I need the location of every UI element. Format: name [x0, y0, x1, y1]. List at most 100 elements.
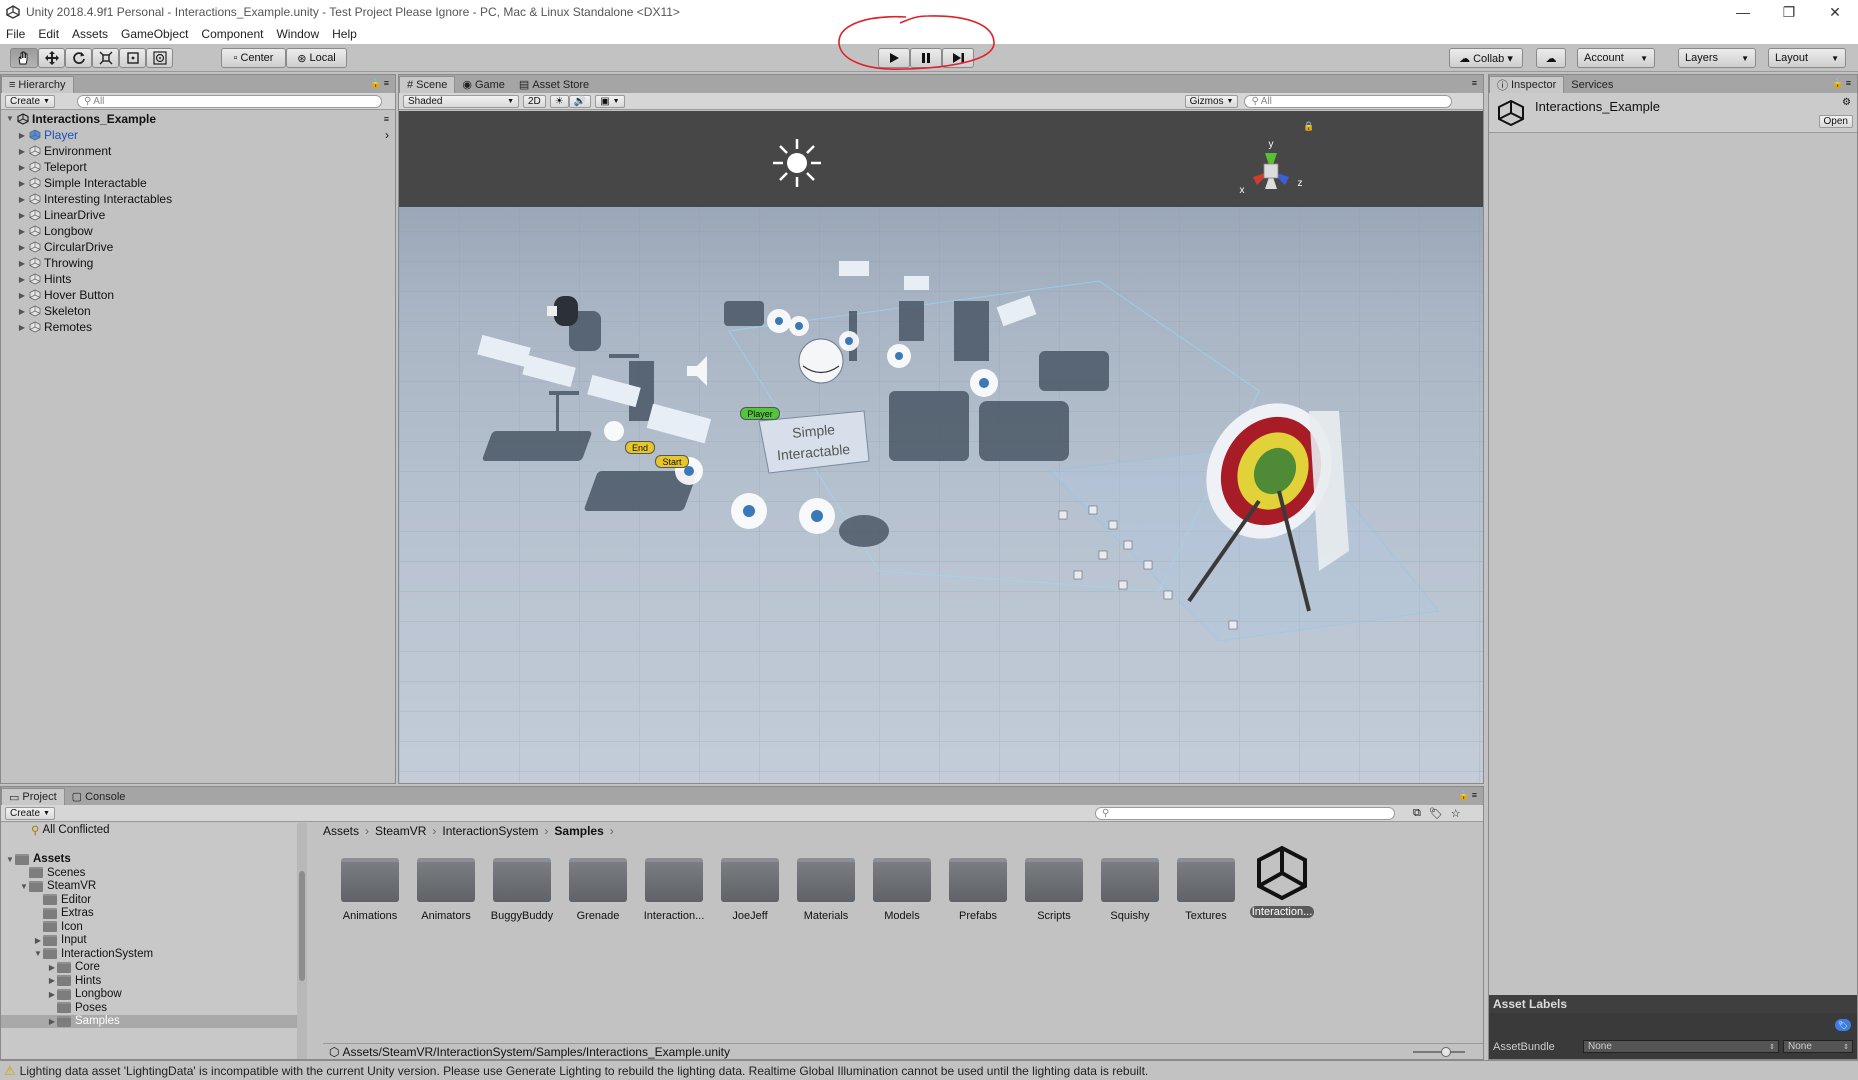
expand-triangle-icon[interactable]: ▶: [47, 963, 57, 972]
asset-item[interactable]: Squishy: [1098, 858, 1162, 922]
menu-window[interactable]: Window: [276, 27, 319, 41]
project-folder-item[interactable]: ▼ SteamVR: [1, 880, 307, 894]
project-create-dropdown[interactable]: Create ▼: [5, 806, 55, 820]
asset-item[interactable]: Interaction...: [1250, 845, 1314, 918]
layout-dropdown[interactable]: Layout ▼: [1768, 48, 1846, 68]
asset-variant-dropdown[interactable]: None ⇕: [1783, 1040, 1853, 1053]
breadcrumb-steamvr[interactable]: SteamVR: [375, 824, 426, 838]
project-folder-item[interactable]: Poses: [1, 1001, 307, 1015]
expand-triangle-icon[interactable]: ▶: [17, 275, 27, 284]
filter-by-label-icon[interactable]: 🏷: [1429, 807, 1443, 820]
panel-menu-icon[interactable]: 🔒 ≡: [1458, 790, 1477, 801]
status-message[interactable]: Lighting data asset 'LightingData' is in…: [20, 1064, 1149, 1078]
scene-viewport[interactable]: Simple Interactable y z x 🔒 Player End S…: [399, 111, 1483, 783]
project-folder-item[interactable]: ▶ Hints: [1, 974, 307, 988]
tab-console[interactable]: ▢ Console: [65, 788, 133, 805]
asset-item[interactable]: JoeJeff: [718, 858, 782, 922]
hand-tool-button[interactable]: [10, 48, 38, 68]
breadcrumb-assets[interactable]: Assets: [323, 824, 359, 838]
breadcrumb-samples[interactable]: Samples: [554, 824, 603, 838]
panel-menu-icon[interactable]: 🔒 ≡: [1832, 78, 1851, 89]
maximize-button[interactable]: ❐: [1766, 0, 1812, 24]
menu-component[interactable]: Component: [201, 27, 263, 41]
zoom-slider[interactable]: [1413, 1047, 1465, 1057]
hierarchy-item[interactable]: ▶ Interesting Interactables: [1, 191, 395, 207]
breadcrumb-interactionsystem[interactable]: InteractionSystem: [442, 824, 538, 838]
chevron-right-icon[interactable]: ›: [385, 128, 389, 142]
project-folder-item[interactable]: ▶ Longbow: [1, 988, 307, 1002]
asset-item[interactable]: Prefabs: [946, 858, 1010, 922]
project-search-input[interactable]: ⚲: [1094, 806, 1395, 820]
filter-by-type-icon[interactable]: ⧉: [1413, 807, 1421, 820]
zoom-slider-handle[interactable]: [1441, 1047, 1451, 1057]
mode-2d-toggle[interactable]: 2D: [523, 94, 546, 108]
scene-root-row[interactable]: ▼ Interactions_Example ≡: [1, 110, 395, 127]
move-tool-button[interactable]: [38, 48, 65, 68]
expand-triangle-icon[interactable]: ▶: [17, 307, 27, 316]
asset-item[interactable]: Models: [870, 858, 934, 922]
tab-game[interactable]: ◉ Game: [455, 76, 512, 93]
expand-triangle-icon[interactable]: ▶: [17, 195, 27, 204]
hierarchy-item[interactable]: ▶ Simple Interactable: [1, 175, 395, 191]
hierarchy-item[interactable]: ▶ Remotes: [1, 319, 395, 335]
expand-triangle-icon[interactable]: ▶: [17, 227, 27, 236]
expand-triangle-icon[interactable]: ▶: [17, 179, 27, 188]
project-folder-item[interactable]: Extras: [1, 907, 307, 921]
expand-triangle-icon[interactable]: ▶: [17, 211, 27, 220]
tab-asset-store[interactable]: ▤ Asset Store: [512, 76, 596, 93]
shading-dropdown[interactable]: Shaded ▼: [403, 94, 519, 108]
transform-tool-button[interactable]: [146, 48, 173, 68]
menu-edit[interactable]: Edit: [38, 27, 59, 41]
favorite-star-icon[interactable]: ☆: [1451, 807, 1461, 820]
project-folder-item[interactable]: Icon: [1, 920, 307, 934]
asset-item[interactable]: Scripts: [1022, 858, 1086, 922]
all-conflicted-item[interactable]: ⚲ All Conflicted: [1, 823, 307, 837]
expand-triangle-icon[interactable]: ▼: [33, 949, 43, 958]
collab-button[interactable]: ☁ Collab ▾: [1449, 48, 1523, 68]
lighting-toggle[interactable]: ☀: [549, 94, 569, 108]
project-folder-item[interactable]: ▼ Assets: [1, 853, 307, 867]
asset-item[interactable]: Textures: [1174, 858, 1238, 922]
space-local-button[interactable]: ⊛ Local: [286, 48, 347, 68]
rect-tool-button[interactable]: [119, 48, 146, 68]
hierarchy-item[interactable]: ▶ Hover Button: [1, 287, 395, 303]
asset-item[interactable]: Animations: [338, 858, 402, 922]
expand-triangle-icon[interactable]: ▶: [47, 1017, 57, 1026]
hierarchy-item[interactable]: ▶ Throwing: [1, 255, 395, 271]
asset-item[interactable]: BuggyBuddy: [490, 858, 554, 922]
expand-triangle-icon[interactable]: ▼: [5, 114, 15, 123]
hierarchy-item[interactable]: ▶ Player ›: [1, 127, 395, 143]
settings-gear-icon[interactable]: ⚙: [1842, 97, 1851, 108]
asset-item[interactable]: Materials: [794, 858, 858, 922]
effects-dropdown[interactable]: ▣ ▼: [595, 94, 625, 108]
project-folder-item[interactable]: Scenes: [1, 866, 307, 880]
hierarchy-item[interactable]: ▶ LinearDrive: [1, 207, 395, 223]
expand-triangle-icon[interactable]: ▶: [17, 147, 27, 156]
expand-triangle-icon[interactable]: ▶: [17, 291, 27, 300]
create-dropdown[interactable]: Create ▼: [5, 94, 55, 108]
scene-search-input[interactable]: ⚲ All: [1244, 94, 1453, 108]
expand-triangle-icon[interactable]: ▶: [47, 976, 57, 985]
hierarchy-item[interactable]: ▶ Hints: [1, 271, 395, 287]
expand-triangle-icon[interactable]: ▶: [47, 990, 57, 999]
expand-triangle-icon[interactable]: ▼: [19, 882, 29, 891]
layers-dropdown[interactable]: Layers ▼: [1678, 48, 1756, 68]
pivot-center-button[interactable]: ▫ Center: [221, 48, 286, 68]
tab-scene[interactable]: # Scene: [399, 76, 456, 93]
tab-inspector[interactable]: ⓘ Inspector: [1489, 76, 1565, 93]
asset-bundle-dropdown[interactable]: None ⇕: [1583, 1040, 1779, 1053]
tab-project[interactable]: ▭ Project: [1, 788, 65, 805]
asset-item[interactable]: Animators: [414, 858, 478, 922]
label-tag-icon[interactable]: 🏷: [1835, 1019, 1851, 1031]
project-folder-item[interactable]: ▼ InteractionSystem: [1, 947, 307, 961]
asset-item[interactable]: Interaction...: [642, 858, 706, 922]
cloud-services-button[interactable]: ☁: [1536, 48, 1566, 68]
hierarchy-item[interactable]: ▶ Longbow: [1, 223, 395, 239]
project-folder-item[interactable]: ▶ Input: [1, 934, 307, 948]
tree-scrollbar-thumb[interactable]: [299, 871, 305, 981]
project-folder-item[interactable]: Editor: [1, 893, 307, 907]
hierarchy-item[interactable]: ▶ Environment: [1, 143, 395, 159]
hierarchy-item[interactable]: ▶ Skeleton: [1, 303, 395, 319]
open-button[interactable]: Open: [1818, 115, 1853, 128]
minimize-button[interactable]: —: [1720, 0, 1766, 24]
